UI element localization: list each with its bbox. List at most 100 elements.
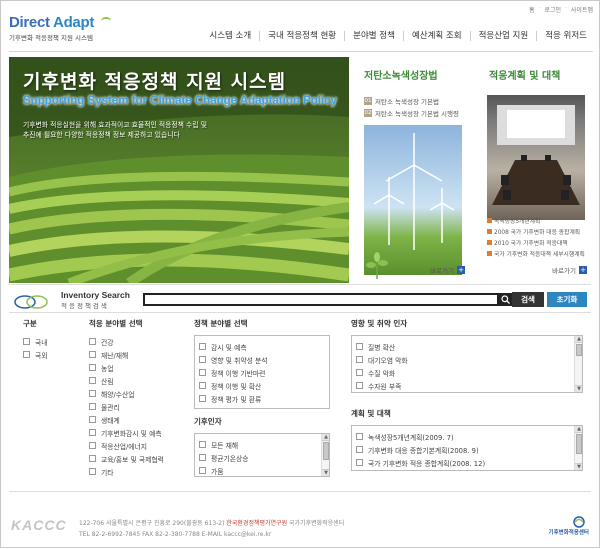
scroll-up-icon[interactable]: ▲	[575, 336, 582, 343]
checkbox[interactable]	[89, 468, 96, 475]
plan-item[interactable]: 녹색성장5개년계획	[487, 215, 585, 226]
panel1-more-link[interactable]: 바로가기 +	[430, 265, 465, 275]
scroll-up-icon[interactable]: ▲	[322, 434, 329, 441]
checkbox[interactable]	[89, 403, 96, 410]
toplink-home[interactable]: 홈	[529, 5, 535, 14]
search-input[interactable]	[143, 293, 499, 306]
nav-domestic-policy[interactable]: 국내 적응정책 현황	[259, 31, 344, 41]
divider	[9, 491, 591, 492]
policy-listbox[interactable]: 감시 및 예측 영향 및 취약성 분석 정책 이행 기반마련 정책 이행 및 확…	[194, 335, 330, 409]
law-item[interactable]: 02 저탄소 녹색성장 기본법 시행령	[364, 107, 459, 119]
checkbox[interactable]	[199, 395, 206, 402]
main-nav: 시스템 소개 국내 적응정책 현황 분야별 정책 예산계획 조회 적응산업 지원…	[201, 31, 595, 41]
plan-item[interactable]: 2008 국가 기후변화 대응 종합계획	[487, 226, 585, 237]
checkbox[interactable]	[356, 446, 363, 453]
checkbox-row: 물관리	[89, 400, 164, 413]
checkbox-label: 해양/수산업	[101, 390, 135, 399]
footer-brand: KACCC	[11, 517, 67, 533]
checkbox[interactable]	[89, 455, 96, 462]
nav-industry-support[interactable]: 적응산업 지원	[469, 31, 537, 41]
checkbox[interactable]	[199, 454, 206, 461]
checkbox[interactable]	[89, 338, 96, 345]
checkbox-row: 산림	[89, 374, 164, 387]
low-carbon-law-panel: 저탄소녹색성장법 01 저탄소 녹색성장 기본법 02 저탄소 녹색성장 기본법 시…	[356, 57, 471, 283]
filter-gubun: 구분 국내 국외	[23, 318, 48, 361]
panel-title: 저탄소녹색성장법	[364, 71, 438, 82]
checkbox-row: 정책 이행 및 확산	[199, 379, 329, 392]
divider	[9, 284, 591, 285]
bullet-icon	[487, 251, 492, 256]
checkbox[interactable]	[89, 364, 96, 371]
footer: KACCC 122-706 서울특별시 은평구 진흥로 290(불광동 613-…	[1, 511, 600, 549]
law-item[interactable]: 01 저탄소 녹색성장 기본법	[364, 95, 459, 107]
checkbox[interactable]	[356, 343, 363, 350]
filter-impact: 영향 및 취약 인자 질병 확산 대기오염 악화 수질 악화 수자원 부족 ▲ ▼…	[351, 318, 583, 471]
checkbox[interactable]	[199, 382, 206, 389]
plan-item-label: 2008 국가 기후변화 대응 종합계획	[494, 230, 581, 236]
climate-listbox[interactable]: 모든 재해 평균기온상승 가뭄 ▲ ▼	[194, 433, 330, 477]
checkbox[interactable]	[89, 377, 96, 384]
impact-listbox[interactable]: 질병 확산 대기오염 악화 수질 악화 수자원 부족 ▲ ▼	[351, 335, 583, 393]
checkbox[interactable]	[356, 382, 363, 389]
checkbox[interactable]	[199, 343, 206, 350]
checkbox[interactable]	[356, 356, 363, 363]
reset-button[interactable]: 초기화	[547, 292, 587, 307]
checkbox[interactable]	[356, 369, 363, 376]
scrollbar[interactable]: ▲ ▼	[321, 434, 329, 476]
bullet-icon	[487, 240, 492, 245]
nav-adaptation-wizard[interactable]: 적응 위저드	[536, 31, 595, 41]
nav-field-policy[interactable]: 분야별 정책	[344, 31, 403, 41]
checkbox-label: 평균기온상승	[211, 454, 249, 463]
plan-listbox[interactable]: 녹색성장5개년계획(2009. 7) 기후변화 대응 종합기본계획(2008. …	[351, 425, 583, 471]
scroll-thumb[interactable]	[576, 434, 582, 454]
checkbox-row: 기후변화감시 및 예측	[89, 426, 164, 439]
scroll-down-icon[interactable]: ▼	[575, 385, 582, 392]
scroll-thumb[interactable]	[576, 344, 582, 356]
plan-item[interactable]: 2010 국가 기후변화 적응대책	[487, 237, 585, 248]
search-title-ko: 적응정책검색	[61, 302, 109, 310]
checkbox[interactable]	[356, 459, 363, 466]
toplink-sitemap[interactable]: 사이트맵	[571, 5, 593, 14]
checkbox-row: 국내	[23, 335, 48, 348]
nav-budget-plan[interactable]: 예산계획 조회	[402, 31, 470, 41]
plan-item[interactable]: 국가 기후변화 적응대책 세부시행계획	[487, 248, 585, 259]
footer-line: TEL 82-2-6992-7845 FAX 82-2-380-7788 E-M…	[79, 531, 272, 538]
checkbox[interactable]	[89, 351, 96, 358]
checkbox[interactable]	[23, 351, 30, 358]
scroll-up-icon[interactable]: ▲	[575, 426, 582, 433]
checkbox-row: 대기오염 악화	[356, 353, 582, 366]
checkbox-label: 교육/홍보 및 국제협력	[101, 455, 164, 464]
panel2-more-link[interactable]: 바로가기 +	[552, 265, 587, 275]
checkbox[interactable]	[356, 433, 363, 440]
checkbox[interactable]	[89, 442, 96, 449]
checkbox[interactable]	[89, 416, 96, 423]
search-icon[interactable]	[499, 293, 512, 306]
toplink-login[interactable]: 로그인	[544, 5, 561, 14]
scroll-down-icon[interactable]: ▼	[322, 469, 329, 476]
scroll-thumb[interactable]	[323, 442, 329, 460]
filter-title: 기후인자	[194, 417, 222, 426]
logo[interactable]: Direct Adapt 기후변화 적응정책 지원 시스템	[9, 14, 119, 42]
checkbox-row: 재난/재해	[89, 348, 164, 361]
checkbox[interactable]	[199, 467, 206, 474]
checkbox[interactable]	[199, 356, 206, 363]
scroll-down-icon[interactable]: ▼	[575, 463, 582, 470]
search-button[interactable]: 검색	[512, 292, 544, 307]
law-list: 01 저탄소 녹색성장 기본법 02 저탄소 녹색성장 기본법 시행령	[364, 95, 459, 119]
scrollbar[interactable]: ▲ ▼	[574, 336, 582, 392]
checkbox[interactable]	[199, 441, 206, 448]
checkbox[interactable]	[199, 369, 206, 376]
checkbox-label: 적응산업/에너지	[101, 442, 148, 451]
checkbox[interactable]	[23, 338, 30, 345]
plan-item-label: 녹색성장5개년계획	[494, 219, 541, 225]
nav-system-intro[interactable]: 시스템 소개	[201, 31, 259, 41]
checkbox-label: 정책 평가 및 환류	[211, 395, 262, 404]
checkbox[interactable]	[89, 429, 96, 436]
checkbox-row: 수질 악화	[356, 366, 582, 379]
checkbox-row: 국외	[23, 348, 48, 361]
checkbox-label: 질병 확산	[368, 343, 396, 352]
checkbox[interactable]	[89, 390, 96, 397]
scrollbar[interactable]: ▲ ▼	[574, 426, 582, 470]
hero-subtitle: Supporting System for Climate Change Ada…	[23, 95, 337, 107]
checkbox-label: 국내	[35, 338, 48, 347]
